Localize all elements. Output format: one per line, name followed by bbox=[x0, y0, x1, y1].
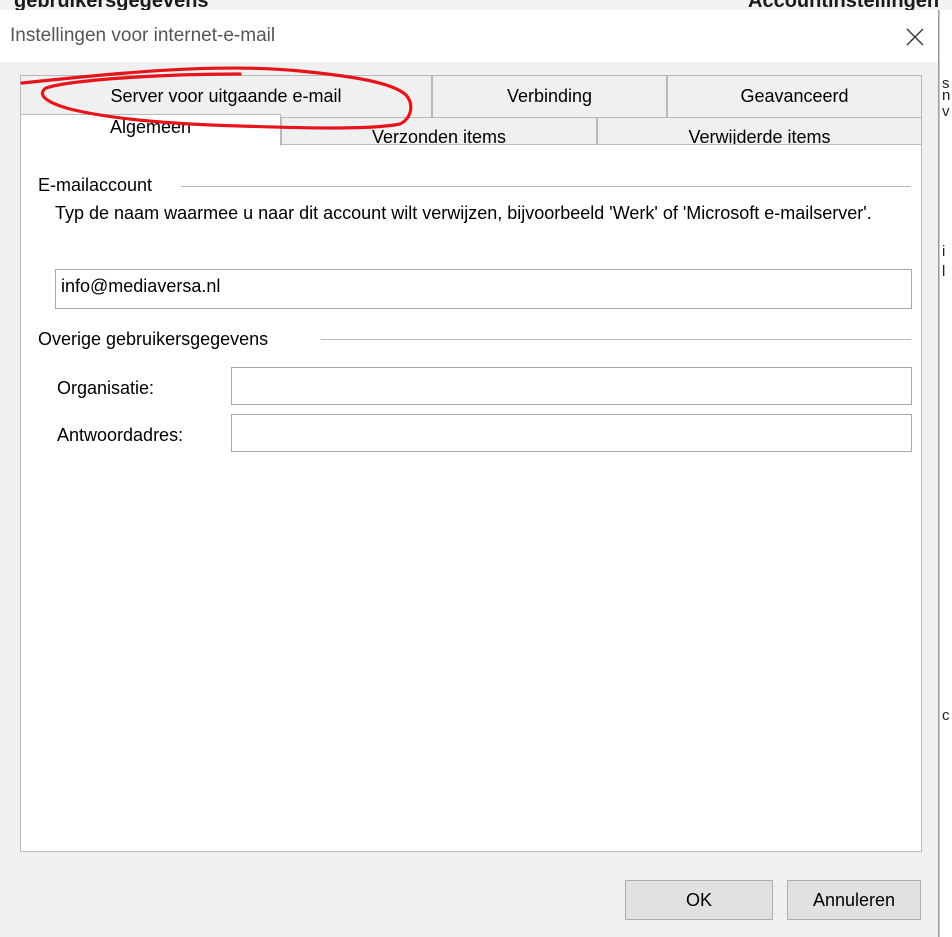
background-window-strip: gebruikersgegevens Accountinstellingen bbox=[0, 0, 952, 10]
close-icon bbox=[906, 28, 924, 46]
general-tab-panel: E-mailaccount Typ de naam waarmee u naar… bbox=[20, 144, 922, 852]
cancel-button[interactable]: Annuleren bbox=[787, 880, 921, 920]
account-name-value: info@mediaversa.nl bbox=[61, 276, 221, 296]
tab-label: Algemeen bbox=[109, 117, 192, 137]
tab-general[interactable]: Algemeen bbox=[20, 114, 281, 146]
account-description: Typ de naam waarmee u naar dit account w… bbox=[55, 203, 872, 223]
reply-address-label: Antwoordadres: bbox=[57, 425, 184, 445]
title-bar: Instellingen voor internet-e-mail bbox=[0, 10, 938, 62]
group-divider bbox=[321, 339, 911, 340]
tab-label: Server voor uitgaande e-mail bbox=[110, 86, 342, 106]
dialog-title: Instellingen voor internet-e-mail bbox=[10, 25, 276, 46]
group-divider bbox=[181, 186, 911, 187]
email-account-group-title: E-mailaccount bbox=[38, 175, 161, 196]
tab-label: Geavanceerd bbox=[740, 86, 849, 106]
close-button[interactable] bbox=[892, 14, 938, 60]
background-char: l bbox=[942, 263, 946, 280]
tab-advanced[interactable]: Geavanceerd bbox=[667, 75, 922, 117]
other-info-group-title: Overige gebruikersgegevens bbox=[38, 329, 277, 350]
cancel-button-label: Annuleren bbox=[812, 889, 896, 910]
organization-label: Organisatie: bbox=[57, 378, 155, 398]
ok-button[interactable]: OK bbox=[625, 880, 773, 920]
account-name-field[interactable]: info@mediaversa.nl bbox=[55, 269, 912, 309]
background-text: gebruikersgegevens bbox=[14, 0, 209, 10]
background-char: i bbox=[942, 243, 946, 260]
background-char: n bbox=[942, 87, 951, 104]
organization-field[interactable] bbox=[231, 367, 912, 405]
ok-button-label: OK bbox=[685, 889, 712, 910]
tab-outgoing-server[interactable]: Server voor uitgaande e-mail bbox=[20, 75, 432, 117]
background-char: c bbox=[942, 707, 950, 724]
reply-address-field[interactable] bbox=[231, 414, 912, 452]
tab-label: Verbinding bbox=[506, 86, 593, 106]
background-char: v bbox=[942, 103, 950, 120]
tab-connection[interactable]: Verbinding bbox=[432, 75, 667, 117]
background-window-edge: s n v i l c bbox=[939, 10, 952, 937]
background-text: Accountinstellingen bbox=[748, 0, 939, 10]
